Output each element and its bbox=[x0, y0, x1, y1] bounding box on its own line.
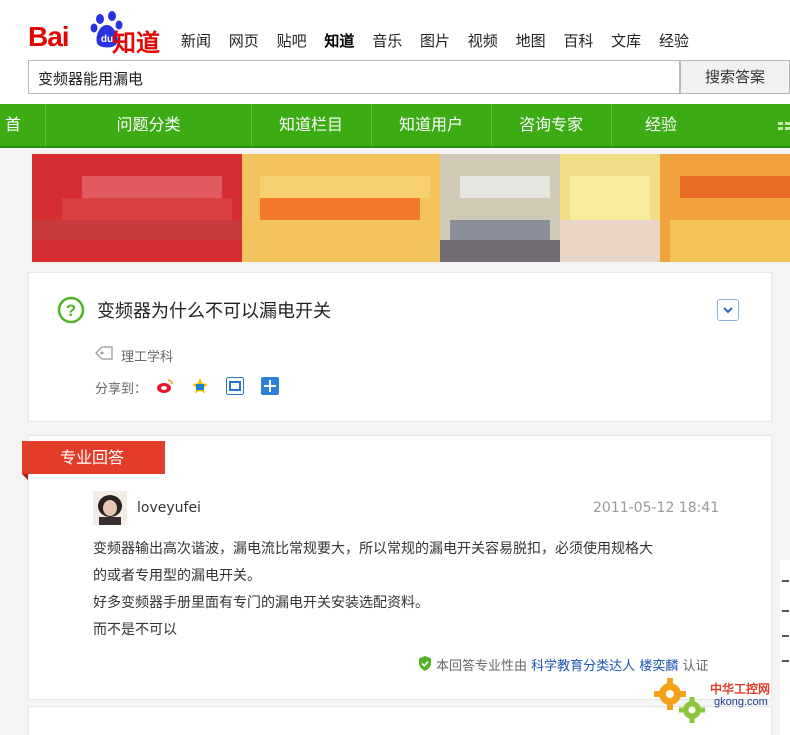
more-grid-icon[interactable] bbox=[778, 122, 790, 130]
baidu-zhidao-logo[interactable]: Bai du 知道 bbox=[28, 9, 163, 57]
answer-date: 2011-05-12 18:41 bbox=[593, 500, 720, 516]
nav-tab-columns[interactable]: 知道栏目 bbox=[251, 104, 372, 146]
ribbon-fold bbox=[22, 474, 28, 480]
chevron-down-icon bbox=[723, 307, 733, 314]
share-label: 分享到： bbox=[95, 382, 148, 397]
svg-text:?: ? bbox=[66, 301, 76, 320]
gear-icon bbox=[654, 678, 705, 723]
logo-bai: Bai bbox=[28, 21, 70, 52]
product-nav: 新闻 网页 贴吧 知道 音乐 图片 视频 地图 百科 文库 经验 bbox=[181, 30, 702, 51]
tag-icon bbox=[95, 346, 113, 360]
watermark-url: gkong.com bbox=[714, 696, 768, 708]
watermark-text: 中华工控网 bbox=[710, 682, 771, 696]
tieba-share-icon[interactable] bbox=[226, 377, 244, 395]
question-title: 变频器为什么不可以漏电开关 bbox=[97, 301, 331, 322]
logo-zhidao: 知道 bbox=[112, 29, 160, 57]
question-card: ? 变频器为什么不可以漏电开关 理工学科 分享到： bbox=[28, 272, 772, 422]
qzone-share-icon[interactable] bbox=[191, 377, 209, 395]
answer-username[interactable]: loveyufei bbox=[137, 500, 201, 516]
header: Bai du 知道 新闻 网页 贴吧 知道 音乐 图片 视频 地图 百科 文库 … bbox=[0, 0, 790, 104]
nav-tab-home[interactable]: 首页 bbox=[0, 104, 46, 146]
nav-music[interactable]: 音乐 bbox=[372, 32, 402, 50]
professional-answer-label: 专业回答 bbox=[22, 441, 165, 474]
nav-zhidao[interactable]: 知道 bbox=[324, 32, 354, 50]
nav-tab-users[interactable]: 知道用户 bbox=[371, 104, 492, 146]
more-share-plus-icon[interactable] bbox=[261, 377, 279, 395]
answer-line: 好多变频器手册里面有专门的漏电开关安装选配资料。 bbox=[93, 595, 429, 611]
answer-line: 变频器输出高次谐波，漏电流比常规要大，所以常规的漏电开关容易脱扣，必须使用规格大 bbox=[93, 541, 653, 557]
nav-tab-jingyan[interactable]: 经验 bbox=[611, 104, 711, 146]
answer-line: 的或者专用型的漏电开关。 bbox=[93, 568, 261, 584]
pixelated-ad-banner[interactable] bbox=[32, 154, 790, 262]
main-nav-bar: 首页 问题分类 知道栏目 知道用户 咨询专家 经验 bbox=[0, 104, 790, 148]
nav-web[interactable]: 网页 bbox=[229, 32, 259, 50]
nav-tab-categories[interactable]: 问题分类 bbox=[46, 104, 252, 146]
user-avatar[interactable] bbox=[93, 491, 127, 525]
gkong-watermark: 中华工控网 gkong.com bbox=[652, 672, 784, 728]
nav-map[interactable]: 地图 bbox=[516, 32, 546, 50]
nav-baike[interactable]: 百科 bbox=[563, 32, 593, 50]
question-mark-icon: ? bbox=[57, 296, 85, 324]
answer-line: 而不是不可以 bbox=[93, 622, 177, 638]
weibo-share-icon[interactable] bbox=[156, 377, 174, 395]
nav-video[interactable]: 视频 bbox=[468, 32, 498, 50]
cert-prefix: 本回答专业性由 bbox=[436, 659, 528, 674]
nav-images[interactable]: 图片 bbox=[420, 32, 450, 50]
answer-body: 变频器输出高次谐波，漏电流比常规要大，所以常规的漏电开关容易脱扣，必须使用规格大… bbox=[93, 536, 713, 644]
collapse-button[interactable] bbox=[717, 299, 739, 321]
nav-tieba[interactable]: 贴吧 bbox=[277, 32, 307, 50]
search-answer-button[interactable]: 搜索答案 bbox=[680, 60, 790, 94]
cert-category-link[interactable]: 科学教育分类达人 bbox=[531, 659, 635, 674]
nav-news[interactable]: 新闻 bbox=[181, 32, 211, 50]
question-tag[interactable]: 理工学科 bbox=[121, 346, 173, 365]
nav-wenku[interactable]: 文库 bbox=[611, 32, 641, 50]
search-input[interactable]: 变频器能用漏电 bbox=[28, 60, 680, 94]
nav-jingyan[interactable]: 经验 bbox=[659, 32, 689, 50]
nav-tab-experts[interactable]: 咨询专家 bbox=[491, 104, 612, 146]
